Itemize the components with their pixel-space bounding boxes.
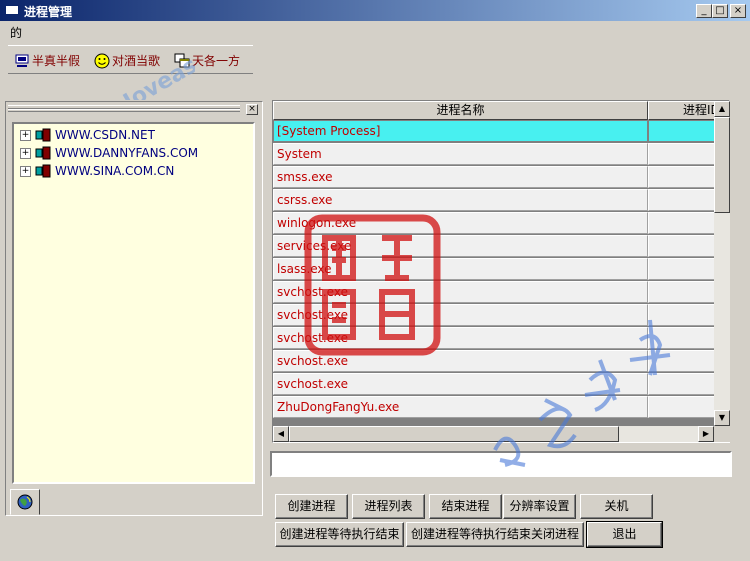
process-name-cell[interactable]: ZhuDongFangYu.exe	[273, 396, 648, 418]
scroll-left-button[interactable]: ◀	[273, 426, 289, 442]
expand-icon[interactable]: +	[20, 165, 31, 177]
scroll-corner	[714, 426, 730, 442]
toolbar-button-2[interactable]: 对酒当歌	[90, 50, 164, 72]
process-list-button[interactable]: 进程列表	[352, 494, 425, 519]
toolbar-button-1-label: 半真半假	[32, 54, 81, 68]
process-name-cell[interactable]: svchost.exe	[273, 350, 648, 372]
process-id-cell[interactable]	[648, 189, 718, 211]
network-icon	[35, 128, 51, 142]
create-wait-button[interactable]: 创建进程等待执行结束	[275, 522, 404, 547]
tree-node-label: WWW.CSDN.NET	[55, 128, 155, 142]
close-button[interactable]: ×	[730, 4, 746, 18]
process-name-cell[interactable]: lsass.exe	[273, 258, 648, 280]
title-bar[interactable]: 进程管理 _ □ ×	[0, 0, 750, 21]
panel-tab[interactable]	[10, 489, 40, 515]
command-input[interactable]	[270, 451, 732, 477]
column-header-name[interactable]: 进程名称	[273, 101, 648, 120]
toolbar-button-1[interactable]: 半真半假	[10, 50, 84, 72]
process-id-cell[interactable]	[648, 281, 718, 303]
column-header-pid[interactable]: 进程ID	[648, 101, 718, 120]
process-name-cell[interactable]: svchost.exe	[273, 281, 648, 303]
scroll-up-button[interactable]: ▲	[714, 101, 730, 117]
scroll-down-button[interactable]: ▼	[714, 410, 730, 426]
tree-node[interactable]: + WWW.DANNYFANS.COM	[20, 144, 198, 162]
process-id-cell[interactable]	[648, 350, 718, 372]
process-name-cell[interactable]: csrss.exe	[273, 189, 648, 211]
menu-bar: 的	[0, 21, 750, 41]
process-name-cell[interactable]: smss.exe	[273, 166, 648, 188]
scroll-thumb[interactable]	[714, 117, 730, 213]
toolbar: 半真半假 对酒当歌 天各一方	[8, 45, 253, 74]
panel-grip-line	[8, 108, 240, 110]
window-title: 进程管理	[24, 5, 73, 19]
process-id-cell[interactable]	[648, 143, 718, 165]
toolbar-button-3[interactable]: 天各一方	[170, 50, 244, 72]
network-icon	[35, 164, 51, 178]
horizontal-scrollbar[interactable]: ◀ ▶	[273, 426, 714, 442]
tree-node[interactable]: + WWW.CSDN.NET	[20, 126, 155, 144]
process-id-cell[interactable]	[648, 212, 718, 234]
toolbar-button-3-label: 天各一方	[192, 54, 241, 68]
exit-button[interactable]: 退出	[586, 521, 663, 548]
create-process-button[interactable]: 创建进程	[275, 494, 348, 519]
app-icon	[5, 5, 19, 15]
end-process-button[interactable]: 结束进程	[429, 494, 502, 519]
windows-icon	[174, 53, 190, 68]
computer-icon	[15, 54, 29, 67]
menu-item[interactable]: 的	[10, 24, 22, 41]
create-wait-close-button[interactable]: 创建进程等待执行结束关闭进程	[406, 522, 584, 547]
process-name-cell[interactable]: System	[273, 143, 648, 165]
resolution-button[interactable]: 分辨率设置	[503, 494, 576, 519]
site-tree[interactable]: + WWW.CSDN.NET + WWW.DANNYFANS.COM + WWW…	[12, 122, 255, 484]
globe-icon	[17, 494, 33, 510]
tree-node-label: WWW.SINA.COM.CN	[55, 164, 175, 178]
process-name-cell[interactable]: svchost.exe	[273, 327, 648, 349]
process-name-cell[interactable]: services.exe	[273, 235, 648, 257]
process-name-cell[interactable]: winlogon.exe	[273, 212, 648, 234]
process-name-cell[interactable]: svchost.exe	[273, 373, 648, 395]
maximize-button[interactable]: □	[712, 4, 728, 18]
smiley-icon	[94, 53, 110, 69]
process-name-cell[interactable]: [System Process]	[273, 120, 648, 142]
minimize-button[interactable]: _	[696, 4, 712, 18]
scroll-right-button[interactable]: ▶	[698, 426, 714, 442]
process-id-cell[interactable]	[648, 304, 718, 326]
network-icon	[35, 146, 51, 160]
panel-close-button[interactable]: ×	[246, 104, 258, 115]
process-id-cell[interactable]	[648, 373, 718, 395]
process-grid[interactable]: 进程名称 进程ID [System Process] System smss.exe…	[272, 100, 730, 443]
vertical-scrollbar[interactable]: ▲ ▼	[714, 101, 730, 426]
expand-icon[interactable]: +	[20, 129, 31, 141]
process-id-cell[interactable]	[648, 258, 718, 280]
hscroll-thumb[interactable]	[289, 426, 619, 442]
process-id-cell[interactable]	[648, 327, 718, 349]
shutdown-button[interactable]: 关机	[580, 494, 653, 519]
process-name-cell[interactable]: svchost.exe	[273, 304, 648, 326]
toolbar-button-2-label: 对酒当歌	[112, 54, 161, 68]
process-id-cell[interactable]	[648, 166, 718, 188]
tree-node-label: WWW.DANNYFANS.COM	[55, 146, 199, 160]
tree-node[interactable]: + WWW.SINA.COM.CN	[20, 162, 174, 180]
process-id-cell[interactable]	[648, 120, 718, 142]
process-id-cell[interactable]	[648, 396, 718, 418]
process-id-cell[interactable]	[648, 235, 718, 257]
expand-icon[interactable]: +	[20, 147, 31, 159]
